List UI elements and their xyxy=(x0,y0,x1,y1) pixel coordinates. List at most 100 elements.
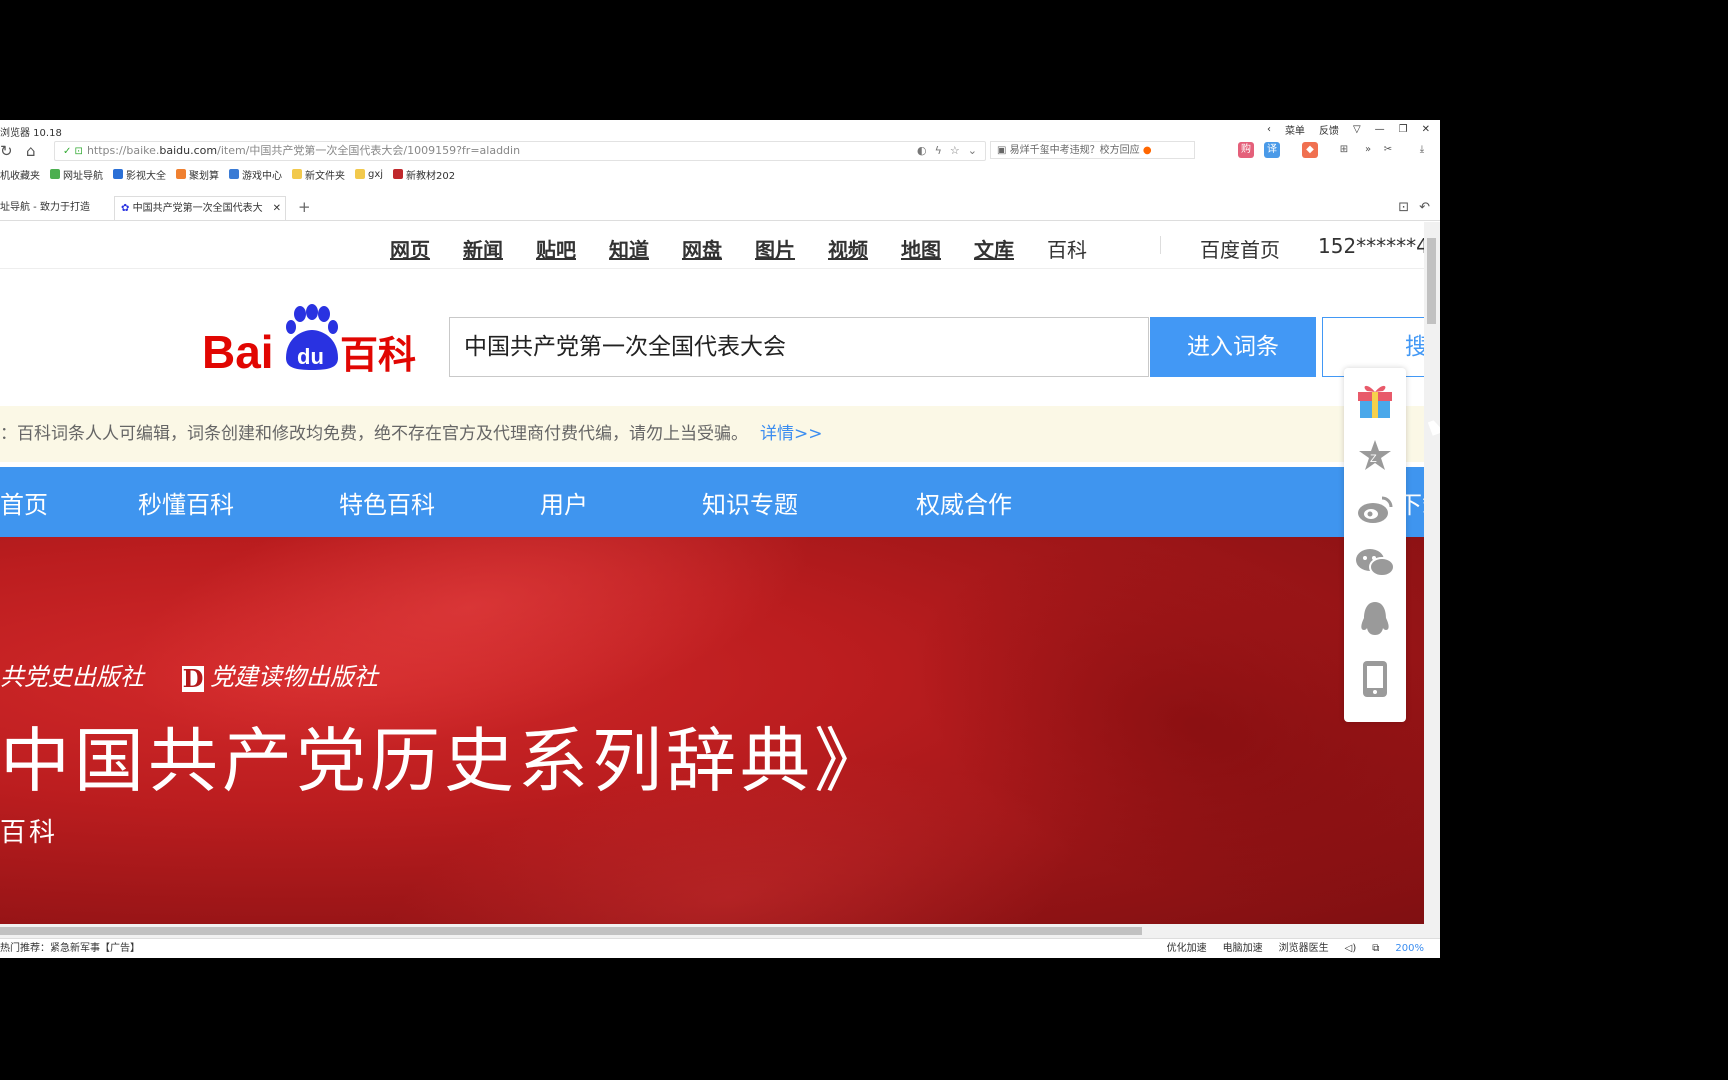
baike-search-input[interactable]: 中国共产党第一次全国代表大会 xyxy=(449,317,1149,377)
status-tools: 优化加速 电脑加速 浏览器医生 ◁) ⧉ 200% xyxy=(1167,939,1424,958)
nav-image[interactable]: 图片 xyxy=(755,234,795,263)
sidebar-toggle-icon[interactable]: ⊡ xyxy=(1398,200,1409,215)
top-nav-links: 网页 新闻 贴吧 知道 网盘 图片 视频 地图 文库 百科 xyxy=(390,234,1120,263)
svg-text:Z: Z xyxy=(1370,453,1377,465)
publisher-1: 共党史出版社 xyxy=(0,663,144,691)
game-icon[interactable]: ◆ xyxy=(1302,142,1318,158)
qzone-star-icon[interactable]: Z xyxy=(1344,430,1406,480)
tab-label: 中国共产党第一次全国代表大 xyxy=(132,203,263,214)
status-bar: 热门推荐：紧急新军事【广告】 优化加速 电脑加速 浏览器医生 ◁) ⧉ 200% xyxy=(0,938,1440,958)
vertical-scroll-thumb[interactable] xyxy=(1427,238,1436,324)
zoom-level[interactable]: 200% xyxy=(1395,939,1424,958)
pc-speedup-button[interactable]: 电脑加速 xyxy=(1223,939,1263,958)
nav-tieba[interactable]: 贴吧 xyxy=(536,234,576,263)
user-account[interactable]: 152******48 xyxy=(1318,234,1424,258)
bookmark-textbook[interactable]: 新教材202 xyxy=(393,167,455,182)
restore-icon[interactable]: ❐ xyxy=(1399,124,1408,135)
bookmark-video[interactable]: 影视大全 xyxy=(113,167,166,182)
horizontal-scroll-thumb[interactable] xyxy=(0,927,1142,935)
refresh-icon[interactable]: ↻ xyxy=(0,142,13,160)
address-bar[interactable]: ✓ ⊡ https://baike.baidu.com/item/中国共产党第一次… xyxy=(54,141,986,161)
more-icon[interactable]: » xyxy=(1360,142,1376,158)
baike-nav-user[interactable]: 用户 xyxy=(540,485,588,520)
nav-video[interactable]: 视频 xyxy=(828,234,868,263)
bookmark-label: 新教材202 xyxy=(406,170,456,182)
nav-news[interactable]: 新闻 xyxy=(463,234,503,263)
back-arrow-icon[interactable]: ‹ xyxy=(1267,124,1271,135)
browser-search-box[interactable]: ▣ 易烊千玺中考违规？校方回应 ● xyxy=(990,141,1195,159)
tab-tools: ⊡ ↶ xyxy=(1398,200,1430,215)
mobile-icon[interactable] xyxy=(1344,654,1406,704)
tab-navigation[interactable]: 址导航 - 致力于打造 xyxy=(0,196,110,220)
nav-pan[interactable]: 网盘 xyxy=(682,234,722,263)
vertical-scrollbar[interactable] xyxy=(1424,222,1440,938)
menu-button[interactable]: 菜单 xyxy=(1285,122,1305,137)
close-icon[interactable]: ✕ xyxy=(1422,124,1430,135)
bookmark-label: 影视大全 xyxy=(126,170,166,182)
gift-icon[interactable] xyxy=(1344,374,1406,424)
baike-nav-topics[interactable]: 知识专题 xyxy=(702,485,798,520)
bookmark-favorites[interactable]: 机收藏夹 xyxy=(0,167,40,182)
bookmark-folder-new[interactable]: 新文件夹 xyxy=(292,167,345,182)
star-icon[interactable]: ☆ xyxy=(950,142,960,160)
bookmark-label: 网址导航 xyxy=(63,170,103,182)
feedback-button[interactable]: 反馈 xyxy=(1319,122,1339,137)
window-icon[interactable]: ⧉ xyxy=(1372,939,1379,958)
bookmark-label: 游戏中心 xyxy=(242,170,282,182)
apps-grid-icon[interactable]: ⊞ xyxy=(1336,142,1352,158)
address-icons: ◐ ϟ ☆ ⌄ xyxy=(917,142,977,160)
url-path: /item/中国共产党第一次全国代表大会/1009159?fr=aladdin xyxy=(217,144,521,157)
tab-baike[interactable]: ✿ 中国共产党第一次全国代表大 ✕ xyxy=(114,196,286,220)
nav-icon xyxy=(50,169,60,179)
scissors-icon[interactable]: ✂ xyxy=(1380,142,1396,158)
tab-strip: 址导航 - 致力于打造 ✿ 中国共产党第一次全国代表大 ✕ + ⊡ ↶ xyxy=(0,196,1440,221)
bookmark-juhuasuan[interactable]: 聚划算 xyxy=(176,167,219,182)
tab-close-icon[interactable]: ✕ xyxy=(273,197,281,220)
bookmark-label: 聚划算 xyxy=(189,170,219,182)
enter-entry-button[interactable]: 进入词条 xyxy=(1150,317,1316,377)
baike-nav-tese[interactable]: 特色百科 xyxy=(339,485,435,520)
baidu-home-link[interactable]: 百度首页 xyxy=(1200,234,1280,263)
bookmark-nav[interactable]: 网址导航 xyxy=(50,167,103,182)
shield-icon[interactable]: ◐ xyxy=(917,142,927,160)
nav-wenku[interactable]: 文库 xyxy=(974,234,1014,263)
chevron-down-icon[interactable]: ⌄ xyxy=(968,142,977,160)
home-icon[interactable]: ⌂ xyxy=(26,142,36,160)
banner-subtitle: 百科 xyxy=(0,818,59,848)
banner-title: 中国共产党历史系列辞典》 xyxy=(0,720,888,802)
app-title: 浏览器 10.18 xyxy=(0,128,62,139)
url-domain: baidu.com xyxy=(159,144,218,157)
browser-doctor-button[interactable]: 浏览器医生 xyxy=(1279,939,1329,958)
nav-map[interactable]: 地图 xyxy=(901,234,941,263)
minimize-icon[interactable]: — xyxy=(1375,124,1385,135)
baike-nav-home[interactable]: 首页 xyxy=(0,485,48,520)
skin-icon[interactable]: ▽ xyxy=(1353,124,1361,135)
nav-zhidao[interactable]: 知道 xyxy=(609,234,649,263)
qq-icon[interactable] xyxy=(1344,594,1406,644)
baike-nav-miaodong[interactable]: 秒懂百科 xyxy=(138,485,234,520)
new-tab-button[interactable]: + xyxy=(298,198,311,216)
banner-publishers: 共党史出版社 D 党建读物出版社 xyxy=(0,657,378,692)
baike-nav-cooperation[interactable]: 权威合作 xyxy=(916,485,1012,520)
download-icon[interactable]: ⤓ xyxy=(1414,142,1430,158)
volume-icon[interactable]: ◁) xyxy=(1345,939,1357,958)
bookmark-games[interactable]: 游戏中心 xyxy=(229,167,282,182)
share-panel: Z xyxy=(1344,368,1406,722)
translate-icon[interactable]: 译 xyxy=(1264,142,1280,158)
lightning-icon[interactable]: ϟ xyxy=(935,142,942,160)
optimize-button[interactable]: 优化加速 xyxy=(1167,939,1207,958)
shopping-icon[interactable]: 购 xyxy=(1238,142,1254,158)
wechat-icon[interactable] xyxy=(1344,538,1406,588)
textbook-icon xyxy=(393,169,404,179)
promo-banner[interactable]: 共党史出版社 D 党建读物出版社 中国共产党历史系列辞典》 百科 xyxy=(0,537,1424,938)
horizontal-scrollbar[interactable] xyxy=(0,924,1424,938)
fire-icon: ● xyxy=(1142,145,1152,156)
notice-detail-link[interactable]: 详情>> xyxy=(760,424,823,444)
bookmark-folder-gxj[interactable]: gxj xyxy=(355,169,383,180)
nav-web[interactable]: 网页 xyxy=(390,234,430,263)
weibo-icon[interactable] xyxy=(1344,484,1406,534)
status-hot-news[interactable]: 热门推荐：紧急新军事【广告】 xyxy=(0,939,140,958)
search-hint: 易烊千玺中考违规？校方回应 xyxy=(1009,145,1140,156)
baidu-baike-logo[interactable]: Bai du 百科 xyxy=(200,302,422,378)
undo-close-icon[interactable]: ↶ xyxy=(1419,200,1430,215)
